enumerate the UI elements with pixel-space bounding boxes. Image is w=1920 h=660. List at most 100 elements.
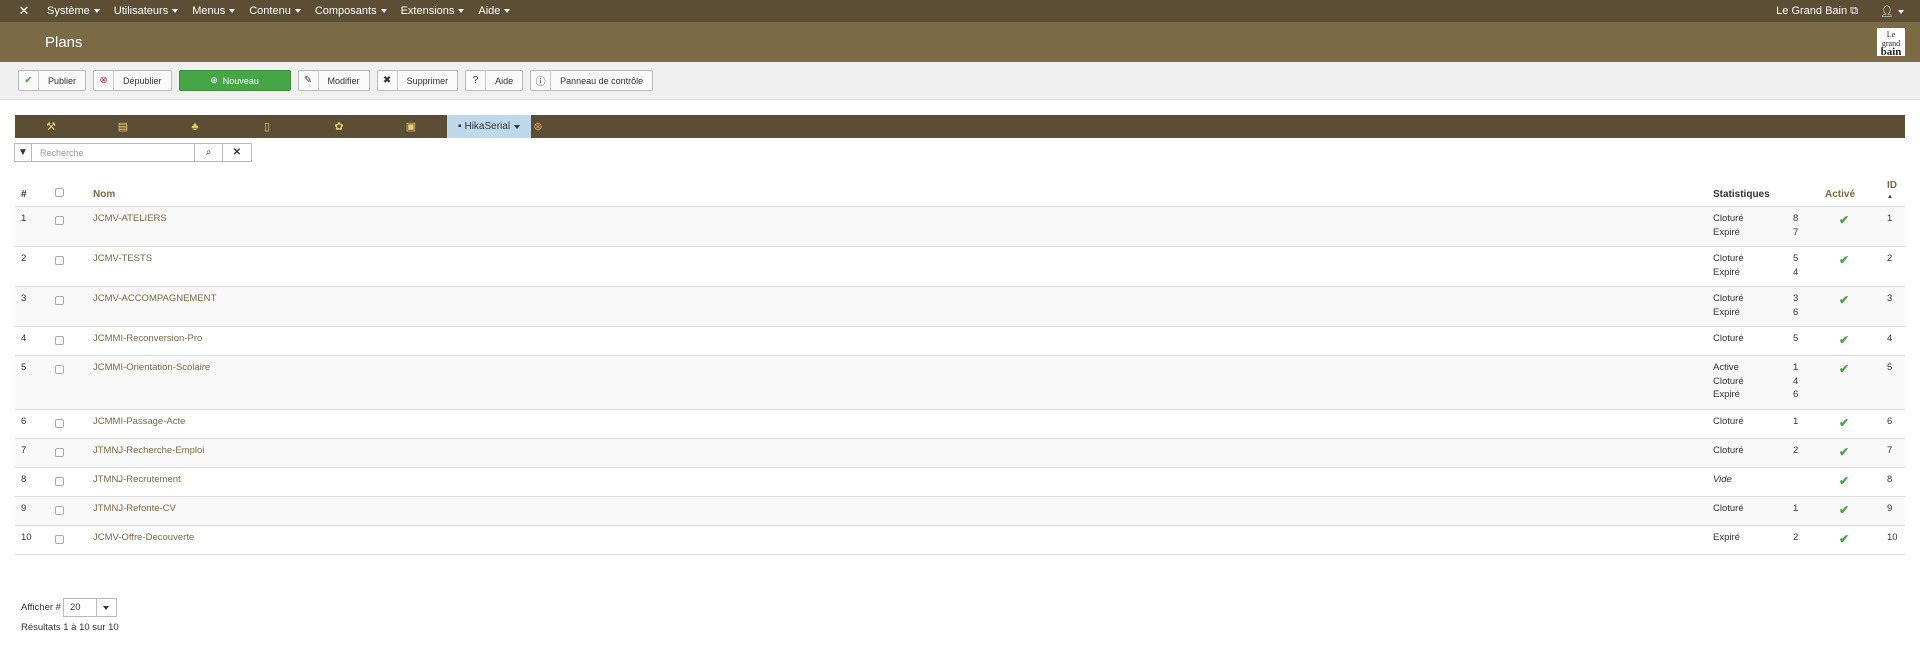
row-num: 2 xyxy=(15,246,49,287)
component-tabbar: ⚒ ▤ ♣ ▯ ✿ ▣ ▪ HikaSerial ⊛ xyxy=(15,115,1905,138)
row-checkbox-cell[interactable] xyxy=(49,355,87,410)
row-checkbox-cell[interactable] xyxy=(49,326,87,356)
row-checkbox[interactable] xyxy=(55,336,64,345)
tab-folder[interactable]: ▤ xyxy=(87,115,159,138)
row-checkbox-cell[interactable] xyxy=(49,206,87,247)
row-checkbox[interactable] xyxy=(55,365,64,374)
tab-lifebuoy[interactable]: ⊛ xyxy=(531,115,545,138)
row-active[interactable]: ✔ xyxy=(1819,355,1881,410)
table-row: 2 JCMV-TESTS Cloturé 5 Expiré 4 ✔ 2 xyxy=(15,246,1905,287)
row-stats: Cloturé 2 xyxy=(1707,438,1819,468)
menu-4[interactable]: Composants xyxy=(315,5,397,17)
col-checkbox[interactable] xyxy=(49,180,87,207)
row-active[interactable]: ✔ xyxy=(1819,525,1881,555)
menu-3[interactable]: Contenu xyxy=(249,5,311,17)
delete-button[interactable]: ✖ Supprimer xyxy=(376,70,459,91)
row-checkbox-cell[interactable] xyxy=(49,467,87,497)
stat-label: Cloturé xyxy=(1713,253,1744,264)
row-id: 2 xyxy=(1881,246,1905,287)
stat-count: 5 xyxy=(1793,253,1799,264)
help-button[interactable]: ? Aide xyxy=(465,70,524,91)
row-checkbox[interactable] xyxy=(55,296,64,305)
plus-circle-icon: ⊕ xyxy=(210,75,218,85)
stat-count: 3 xyxy=(1793,293,1799,304)
col-active[interactable]: Activé xyxy=(1819,180,1881,207)
plan-name-link[interactable]: JTMNJ-Refonte-CV xyxy=(87,496,1707,526)
id-label: ID xyxy=(1887,180,1897,191)
clear-button[interactable]: ✕ xyxy=(223,143,252,162)
row-checkbox-cell[interactable] xyxy=(49,246,87,287)
row-checkbox-cell[interactable] xyxy=(49,525,87,555)
menu-6[interactable]: Aide xyxy=(478,5,520,17)
row-id: 1 xyxy=(1881,206,1905,247)
menu-5[interactable]: Extensions xyxy=(401,5,475,17)
row-checkbox[interactable] xyxy=(55,505,64,515)
control-panel-button[interactable]: ⓘ Panneau de contrôle xyxy=(530,70,654,91)
check-icon: ✔ xyxy=(1839,333,1850,347)
sort-asc-icon: ▲ xyxy=(1887,194,1893,200)
limit-select[interactable]: 20 xyxy=(62,598,117,617)
publish-button[interactable]: ✔ Publier xyxy=(18,70,87,91)
stat-label: Expiré xyxy=(1713,226,1740,238)
joomla-logo-icon[interactable]: ✕ xyxy=(13,3,35,19)
plan-name-link[interactable]: JTMNJ-Recherche-Emploi xyxy=(87,438,1707,468)
tab-tools[interactable]: ⚒ xyxy=(15,115,87,138)
row-checkbox[interactable] xyxy=(55,447,64,457)
row-checkbox-cell[interactable] xyxy=(49,286,87,327)
row-checkbox[interactable] xyxy=(55,216,64,225)
menu-0[interactable]: Système xyxy=(47,5,110,17)
menu-1[interactable]: Utilisateurs xyxy=(114,5,188,17)
menu-2[interactable]: Menus xyxy=(192,5,245,17)
stat-line: Cloturé 8 xyxy=(1713,213,1813,227)
col-name[interactable]: Nom xyxy=(87,180,1707,207)
tab-images[interactable]: ▣ xyxy=(375,115,447,138)
plan-name-link[interactable]: JCMMI-Passage-Acte xyxy=(87,409,1707,439)
users-icon: ♣ xyxy=(191,120,199,133)
row-checkbox[interactable] xyxy=(55,418,64,428)
edit-button[interactable]: ✎ Modifier xyxy=(297,70,370,91)
plan-name-link[interactable]: JCMV-ACCOMPAGNEMENT xyxy=(87,286,1707,327)
row-active[interactable]: ✔ xyxy=(1819,206,1881,247)
lifebuoy-icon: ⊛ xyxy=(533,121,543,133)
new-button[interactable]: ⊕ Nouveau xyxy=(178,70,291,91)
user-menu[interactable]: 👤︎ xyxy=(1880,5,1904,18)
plan-name-link[interactable]: JCMV-ATELIERS xyxy=(87,206,1707,247)
search-input[interactable]: Recherche xyxy=(32,143,194,162)
plan-name-link[interactable]: JCMMI-Orientation-Scolaire xyxy=(87,355,1707,410)
row-active[interactable]: ✔ xyxy=(1819,326,1881,356)
search-button[interactable]: ⌕ xyxy=(194,143,223,162)
plan-name-link[interactable]: JCMV-TESTS xyxy=(87,246,1707,287)
unpublish-button[interactable]: ⊗ Dépublier xyxy=(93,70,172,91)
delete-icon: ✖ xyxy=(378,71,398,90)
stat-label: Cloturé xyxy=(1713,375,1744,387)
row-active[interactable]: ✔ xyxy=(1819,246,1881,287)
site-link[interactable]: Le Grand Bain ⧉ xyxy=(1776,5,1858,18)
tab-plugins[interactable]: ✿ xyxy=(303,115,375,138)
row-active[interactable]: ✔ xyxy=(1819,438,1881,468)
tab-hikaserial[interactable]: ▪ HikaSerial xyxy=(447,115,531,138)
row-checkbox-cell[interactable] xyxy=(49,409,87,439)
stat-line: Vide xyxy=(1713,474,1813,488)
filter-button[interactable]: ▼ xyxy=(14,143,32,162)
row-checkbox-cell[interactable] xyxy=(49,438,87,468)
row-checkbox-cell[interactable] xyxy=(49,496,87,526)
stat-label: Cloturé xyxy=(1713,213,1744,224)
row-checkbox[interactable] xyxy=(55,534,64,544)
row-active[interactable]: ✔ xyxy=(1819,409,1881,439)
stat-label: Cloturé xyxy=(1713,333,1744,344)
row-active[interactable]: ✔ xyxy=(1819,496,1881,526)
row-active[interactable]: ✔ xyxy=(1819,467,1881,497)
row-checkbox[interactable] xyxy=(55,256,64,265)
select-all-checkbox[interactable] xyxy=(55,188,64,197)
col-id[interactable]: ID ▲ xyxy=(1881,180,1905,207)
stat-label: Expiré xyxy=(1713,389,1740,400)
tab-documents[interactable]: ▯ xyxy=(231,115,303,138)
plan-name-link[interactable]: JCMMI-Reconversion-Pro xyxy=(87,326,1707,356)
stat-line: Expiré 2 xyxy=(1713,532,1813,546)
plan-name-link[interactable]: JTMNJ-Recrutement xyxy=(87,467,1707,497)
row-id: 6 xyxy=(1881,409,1905,439)
row-active[interactable]: ✔ xyxy=(1819,286,1881,327)
plan-name-link[interactable]: JCMV-Offre-Decouverte xyxy=(87,525,1707,555)
row-checkbox[interactable] xyxy=(55,476,64,486)
tab-users[interactable]: ♣ xyxy=(159,115,231,138)
